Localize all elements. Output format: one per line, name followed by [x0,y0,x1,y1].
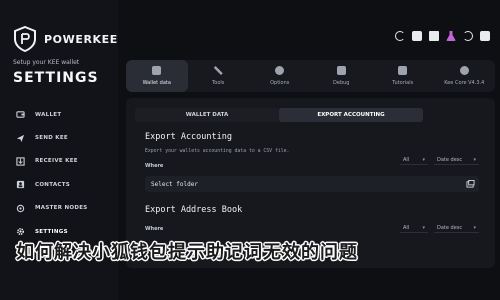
chevron-down-icon: ▾ [422,156,425,163]
select-folder-field[interactable]: Select folder [145,176,479,192]
nodes-icon [16,204,25,212]
where-label: Where [145,163,164,169]
tab-label: Wallet data [142,80,171,86]
contacts-icon [16,181,25,189]
options-icon [275,66,285,75]
wallet-data-icon [152,66,162,75]
sidebar-item-master-nodes[interactable]: MASTER NODES [0,197,118,220]
filter-all-select-2[interactable]: All ▾ [400,223,428,233]
chevron-down-icon: ▾ [473,156,476,163]
window-controls [395,31,490,41]
chevron-down-icon: ▾ [473,224,476,231]
tab-tutorials[interactable]: Tutorials [372,60,434,92]
where-label-2: Where [145,226,164,232]
page-title: SETTINGS [13,70,99,86]
tab-label: Tutorials [392,80,414,86]
export-address-title: Export Address Book [145,205,243,215]
tab-wallet-data[interactable]: Wallet data [126,60,188,92]
subtab-export-accounting[interactable]: EXPORT ACCOUNTING [279,108,423,122]
filter-all-select[interactable]: All ▾ [400,155,428,165]
logo: POWERKEE [14,26,118,52]
sidebar-item-wallet[interactable]: WALLET [0,103,118,126]
tab-tools[interactable]: Tools [188,60,250,92]
shield-logo-icon [14,26,36,52]
sidebar-nav: WALLET SEND KEE RECEIVE KEE CONTACTS MAS… [0,103,118,243]
subtab-bar: WALLET DATA EXPORT ACCOUNTING [135,108,423,122]
wallet-icon [16,111,25,118]
sidebar-item-send-kee[interactable]: SEND KEE [0,126,118,149]
filter-date-select[interactable]: Date desc ▾ [434,155,479,165]
subtab-wallet-data[interactable]: WALLET DATA [135,108,279,122]
export-accounting-desc: Export your wallets accounting data to a… [145,149,290,154]
debug-icon [336,66,346,75]
flask-icon[interactable] [446,31,456,41]
sidebar-item-label: CONTACTS [35,181,71,188]
tab-label: Debug [333,80,350,86]
sidebar-item-receive-kee[interactable]: RECEIVE KEE [0,150,118,173]
chevron-down-icon: ▾ [422,224,425,231]
lock-icon[interactable] [412,31,422,41]
filter-date-select-2[interactable]: Date desc ▾ [434,223,479,233]
send-icon [16,134,25,142]
sidebar-item-label: MASTER NODES [35,205,88,212]
select-value: Date desc [437,156,463,163]
tools-icon [213,66,223,75]
sidebar-item-label: WALLET [35,111,62,118]
gear-icon [17,228,24,236]
overlay-caption: 如何解决小狐钱包提示助记词无效的问题 [16,242,358,263]
tab-options[interactable]: Options [249,60,311,92]
sidebar-item-label: SETTINGS [35,228,68,235]
receive-icon [16,157,25,166]
tab-bar: Wallet data Tools Options Debug Tutorial… [126,60,495,92]
tab-label: Kee Core V4.3.4 [444,80,485,86]
sidebar-item-contacts[interactable]: CONTACTS [0,173,118,196]
sidebar-item-label: SEND KEE [35,135,68,142]
export-accounting-title: Export Accounting [145,132,232,142]
field-value: Select folder [151,180,198,188]
select-value: Date desc [437,224,463,231]
tab-debug[interactable]: Debug [311,60,373,92]
folder-icon[interactable] [466,180,475,188]
tab-kee-core[interactable]: Kee Core V4.3.4 [434,60,496,92]
refresh-icon[interactable] [395,31,405,41]
tab-label: Tools [212,80,225,86]
tutorials-icon [398,66,408,75]
sync-icon[interactable] [463,31,473,41]
sidebar-item-label: RECEIVE KEE [35,158,78,165]
tab-label: Options [270,80,290,86]
brand-name: POWERKEE [44,32,118,46]
core-icon [459,66,469,75]
select-value: All [403,156,410,163]
lock-closed-icon[interactable] [480,31,490,41]
wallet-status-icon[interactable] [429,31,439,41]
select-value: All [403,224,410,231]
tagline: Setup your KEE wallet [13,59,80,66]
